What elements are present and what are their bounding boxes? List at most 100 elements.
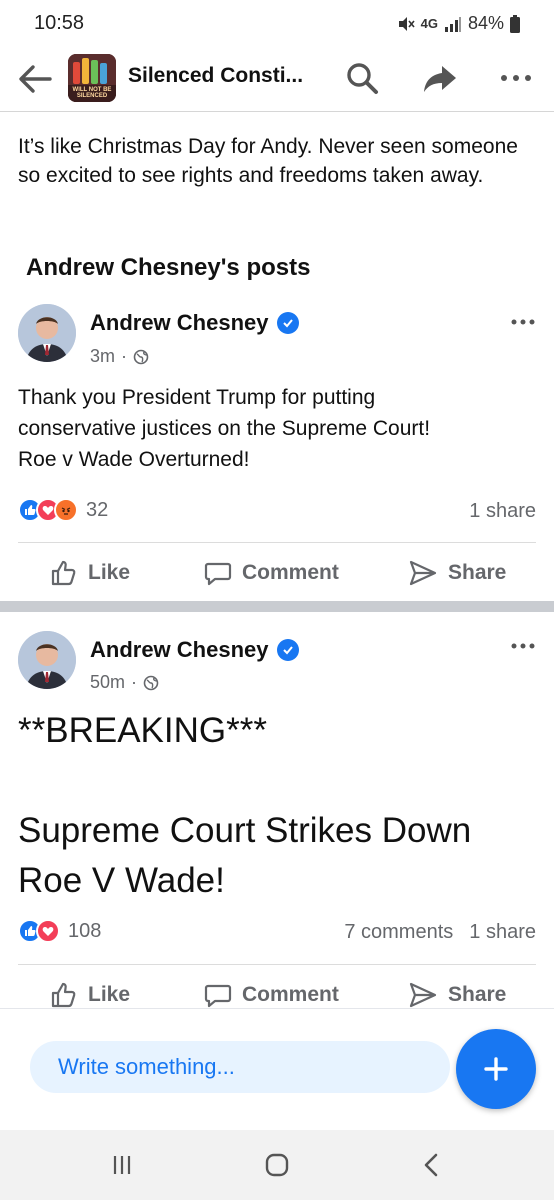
composer-bar: Write something... <box>0 1008 554 1130</box>
post-separator <box>0 601 554 612</box>
post-caption: It’s like Christmas Day for Andy. Never … <box>18 135 518 187</box>
share-group-button[interactable] <box>420 58 460 98</box>
status-time: 10:58 <box>34 12 85 34</box>
comment-button[interactable]: Comment <box>204 970 339 1008</box>
signal-icon <box>444 16 461 32</box>
post-body-line: Thank you President Trump for putting <box>18 386 376 409</box>
post-meta: 3m · <box>90 346 149 367</box>
globe-icon <box>143 675 159 690</box>
share-label: Share <box>448 561 507 584</box>
post-body-line: Roe V Wade! <box>18 861 225 900</box>
reactions[interactable]: 108 <box>18 919 101 943</box>
create-post-button[interactable] <box>456 1029 536 1109</box>
post-options-button[interactable] <box>506 636 540 656</box>
mute-icon <box>398 16 415 31</box>
comment-icon <box>204 562 232 586</box>
share-label: Share <box>448 983 507 1006</box>
battery-label: 84% <box>467 13 504 33</box>
divider <box>18 964 536 965</box>
like-button[interactable]: Like <box>50 548 130 598</box>
post-actions: Like Comment Share <box>0 548 554 598</box>
like-label: Like <box>88 983 131 1006</box>
separator-dot: · <box>121 346 128 366</box>
recent-apps-button[interactable] <box>102 1148 142 1182</box>
status-icons: 4G 84% <box>397 13 520 34</box>
status-bar: 10:58 4G 84% <box>0 0 554 48</box>
group-logo[interactable]: WILL NOT BE SILENCED <box>68 54 116 102</box>
verified-badge-icon <box>276 639 299 661</box>
share-arrow-icon <box>424 66 456 92</box>
system-nav-bar <box>0 1130 554 1200</box>
share-icon <box>409 982 437 1008</box>
home-icon <box>265 1153 289 1177</box>
shared-post-2: Andrew Chesney 50m · **BREAKING*** Suprem… <box>0 612 554 1008</box>
post-body: **BREAKING*** Supreme Court Strikes Down… <box>18 706 538 906</box>
profile-photo-icon <box>18 631 76 689</box>
like-icon <box>51 982 76 1008</box>
comment-icon <box>204 984 232 1008</box>
search-icon <box>347 63 378 94</box>
like-icon <box>51 560 76 586</box>
avatar[interactable] <box>18 304 76 362</box>
back-arrow-icon <box>19 65 52 93</box>
share-button[interactable]: Share <box>408 548 506 598</box>
comment-button[interactable]: Comment <box>204 548 339 598</box>
divider <box>18 542 536 543</box>
author-name[interactable]: Andrew Chesney <box>90 637 299 663</box>
comment-label: Comment <box>242 561 339 584</box>
author-name[interactable]: Andrew Chesney <box>90 310 299 336</box>
post-actions: Like Comment Share <box>0 970 554 1008</box>
back-button[interactable] <box>16 62 54 96</box>
logo-text: WILL NOT BE SILENCED <box>72 87 112 99</box>
write-something-input[interactable]: Write something... <box>30 1041 450 1093</box>
plus-icon <box>484 1057 508 1081</box>
reaction-count: 108 <box>68 919 102 942</box>
share-button[interactable]: Share <box>408 970 506 1008</box>
engagement-counts[interactable]: 1 share <box>469 500 536 523</box>
recent-apps-icon <box>113 1156 131 1174</box>
post-body-line: Roe v Wade Overturned! <box>18 448 250 471</box>
more-button[interactable] <box>496 58 536 98</box>
reactions[interactable]: 32 <box>18 498 108 522</box>
more-icon <box>501 75 531 81</box>
author-name-text: Andrew Chesney <box>90 637 269 662</box>
reaction-count: 32 <box>86 498 109 521</box>
app-bar: WILL NOT BE SILENCED Silenced Consti... <box>0 48 554 112</box>
post-body-line <box>18 756 538 806</box>
comment-count[interactable]: 7 comments <box>344 921 453 944</box>
like-button[interactable]: Like <box>50 970 130 1008</box>
post-options-button[interactable] <box>506 312 540 332</box>
profile-photo-icon <box>18 304 76 362</box>
home-button[interactable] <box>257 1148 297 1182</box>
post-time[interactable]: 50m <box>90 672 125 693</box>
separator-dot: · <box>131 672 138 692</box>
globe-icon <box>133 349 149 364</box>
share-icon <box>409 560 437 586</box>
verified-badge-icon <box>276 312 299 334</box>
engagement-counts[interactable]: 7 comments 1 share <box>344 921 536 944</box>
post-body-line: **BREAKING*** <box>18 711 267 750</box>
post-body: Thank you President Trump for putting co… <box>18 382 538 475</box>
battery-icon <box>510 14 520 33</box>
post-meta: 50m · <box>90 672 159 693</box>
section-heading: Andrew Chesney's posts <box>26 254 311 281</box>
share-count[interactable]: 1 share <box>469 921 536 944</box>
search-button[interactable] <box>342 58 382 98</box>
post-body-line: Supreme Court Strikes Down <box>18 811 472 850</box>
more-icon <box>511 319 535 325</box>
shared-post-1: Andrew Chesney 3m · Thank you President T… <box>0 296 554 601</box>
back-icon <box>424 1153 438 1177</box>
comment-label: Comment <box>242 983 339 1006</box>
angry-reaction-icon <box>54 498 78 522</box>
like-label: Like <box>88 561 131 584</box>
more-icon <box>511 643 535 649</box>
author-name-text: Andrew Chesney <box>90 310 269 335</box>
group-title[interactable]: Silenced Consti... <box>128 64 303 88</box>
system-back-button[interactable] <box>412 1148 452 1182</box>
share-count[interactable]: 1 share <box>469 500 536 523</box>
network-label: 4G <box>420 16 438 31</box>
avatar[interactable] <box>18 631 76 689</box>
post-time[interactable]: 3m <box>90 346 115 367</box>
love-reaction-icon <box>36 919 60 943</box>
post-body-line: conservative justices on the Supreme Cou… <box>18 417 431 440</box>
